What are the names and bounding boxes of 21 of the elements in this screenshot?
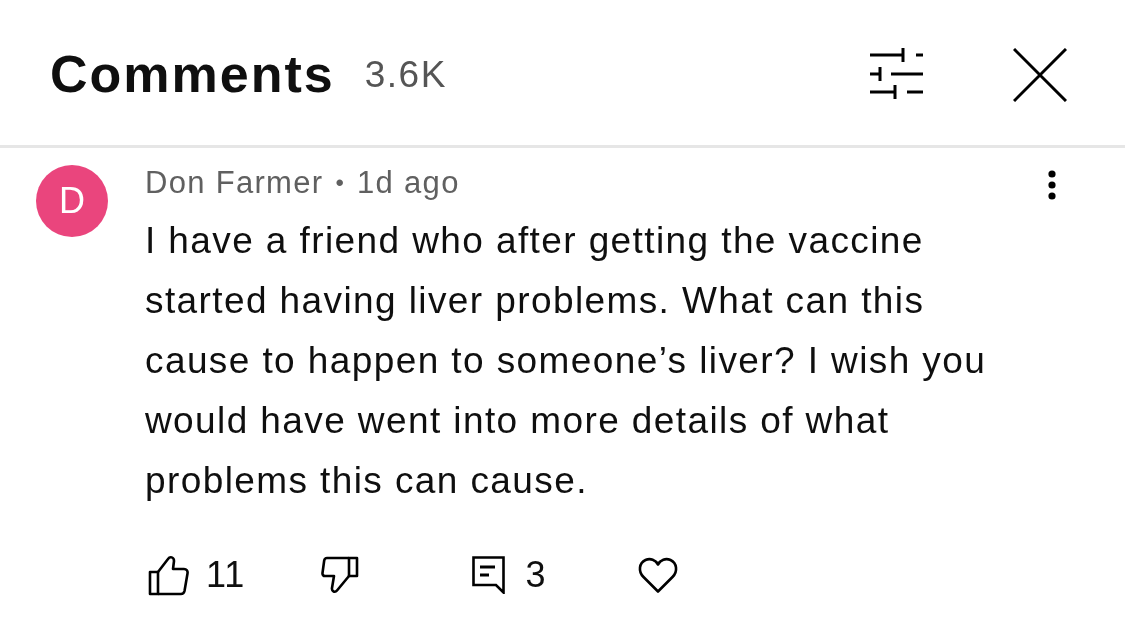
comment-text: I have a friend who after getting the vaccine started having liver problems. What can this cause to happen to someone’s liver? I wish you would have went into more details of what problems this can cause. [145, 219, 988, 503]
dislike-button[interactable] [321, 556, 360, 594]
heart-button[interactable] [638, 556, 679, 594]
reply-button[interactable]: 3 [472, 554, 547, 596]
thumbs-up-icon [148, 554, 189, 596]
sliders-icon [868, 48, 925, 99]
comment-count: 3.6K [364, 53, 447, 96]
close-button[interactable] [1013, 47, 1067, 102]
comment-author[interactable]: Don Farmer [145, 165, 324, 201]
close-icon [1013, 47, 1067, 102]
comment-icon [472, 556, 506, 594]
separator-dot: • [335, 169, 346, 197]
heart-icon [638, 556, 679, 594]
avatar-icon[interactable]: D [36, 165, 108, 237]
more-options-icon [1046, 170, 1058, 200]
like-button[interactable]: 11 [148, 554, 246, 596]
comment-time: 1d ago [357, 165, 460, 201]
thumbs-down-icon [321, 556, 360, 594]
filter-button[interactable] [868, 48, 925, 99]
more-options-button[interactable] [1046, 170, 1058, 200]
header-title: Comments [50, 43, 335, 104]
